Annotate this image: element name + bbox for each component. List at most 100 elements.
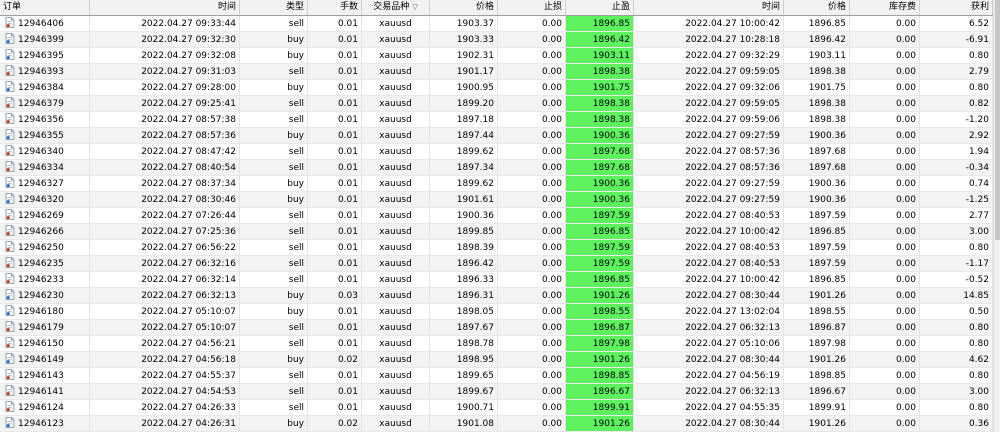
table-row[interactable]: 12946235 2022.04.27 06:32:16 sell 0.01 xauus… [0,256,993,272]
table-row[interactable]: 12946123 2022.04.27 04:26:31 buy 0.02 xauusd… [0,416,993,432]
col-header-open-price[interactable]: 价格 [430,0,498,15]
table-row[interactable]: 12946327 2022.04.27 08:37:34 buy 0.01 xauusd… [0,176,993,192]
table-row[interactable]: 12946393 2022.04.27 09:31:03 sell 0.01 xauus… [0,64,993,80]
col-header-swap[interactable]: 库存费 [850,0,920,15]
buy-order-icon [5,129,15,140]
cell-close-time: 2022.04.27 09:27:59 [634,176,784,192]
cell-sl: 0.00 [498,96,566,112]
cell-open-time: 2022.04.27 04:26:31 [90,416,240,432]
col-header-close-price[interactable]: 价格 [784,0,850,15]
cell-type: buy [240,416,308,432]
order-number: 12946355 [18,131,64,141]
cell-order: 12946149 [0,352,90,368]
cell-tp: 1896.85 [566,16,634,32]
table-row[interactable]: 12946143 2022.04.27 04:55:37 sell 0.01 xauus… [0,368,993,384]
order-number: 12946123 [18,419,64,429]
sort-arrow-icon: ▽ [412,3,418,11]
cell-order: 12946340 [0,144,90,160]
order-number: 12946384 [18,83,64,93]
col-header-order[interactable]: 订单 [0,0,90,15]
cell-open-price: 1900.36 [430,208,498,224]
buy-order-icon [5,81,15,92]
cell-open-price: 1897.67 [430,320,498,336]
scrollbar-thumb[interactable] [995,0,1000,240]
cell-swap: 0.00 [850,208,920,224]
cell-close-time: 2022.04.27 10:00:42 [634,224,784,240]
table-row[interactable]: 12946141 2022.04.27 04:54:53 sell 0.01 xauus… [0,384,993,400]
cell-close-time: 2022.04.27 08:30:44 [634,288,784,304]
col-header-tp[interactable]: 止盈 [566,0,634,15]
sell-order-icon [5,241,15,252]
cell-order: 12946143 [0,368,90,384]
table-row[interactable]: 12946179 2022.04.27 05:10:07 sell 0.01 xauus… [0,320,993,336]
cell-swap: 0.00 [850,32,920,48]
table-row[interactable]: 12946320 2022.04.27 08:30:46 buy 0.01 xauusd… [0,192,993,208]
table-row[interactable]: 12946395 2022.04.27 09:32:08 buy 0.01 xauusd… [0,48,993,64]
cell-open-time: 2022.04.27 07:26:44 [90,208,240,224]
cell-swap: 0.00 [850,384,920,400]
sell-order-icon [5,65,15,76]
order-number: 12946149 [18,355,64,365]
cell-tp: 1897.59 [566,240,634,256]
col-header-symbol[interactable]: 交易品种 ▽ [362,0,430,15]
cell-sl: 0.00 [498,272,566,288]
col-header-type[interactable]: 类型 [240,0,308,15]
vertical-scrollbar[interactable] [993,0,1000,432]
table-row[interactable]: 12946406 2022.04.27 09:33:44 sell 0.01 xauus… [0,16,993,32]
cell-tp: 1897.59 [566,256,634,272]
order-number: 12946180 [18,307,64,317]
cell-close-price: 1901.26 [784,352,850,368]
cell-tp: 1897.59 [566,208,634,224]
col-header-close-time[interactable]: 时间 [634,0,784,15]
col-header-open-time[interactable]: 时间 [90,0,240,15]
cell-type: buy [240,192,308,208]
table-row[interactable]: 12946269 2022.04.27 07:26:44 sell 0.01 xauus… [0,208,993,224]
cell-swap: 0.00 [850,336,920,352]
cell-profit: -0.52 [920,272,993,288]
cell-tp: 1899.91 [566,400,634,416]
table-row[interactable]: 12946379 2022.04.27 09:25:41 sell 0.01 xauus… [0,96,993,112]
cell-profit: 2.79 [920,64,993,80]
table-row[interactable]: 12946150 2022.04.27 04:56:21 sell 0.01 xauus… [0,336,993,352]
cell-open-time: 2022.04.27 08:30:46 [90,192,240,208]
cell-type: sell [240,224,308,240]
cell-order: 12946395 [0,48,90,64]
cell-type: sell [240,336,308,352]
table-row[interactable]: 12946230 2022.04.27 06:32:13 buy 0.03 xauusd… [0,288,993,304]
table-row[interactable]: 12946384 2022.04.27 09:28:00 buy 0.01 xauusd… [0,80,993,96]
cell-open-time: 2022.04.27 07:25:36 [90,224,240,240]
table-row[interactable]: 12946250 2022.04.27 06:56:22 sell 0.01 xauus… [0,240,993,256]
cell-lots: 0.03 [308,288,362,304]
table-row[interactable]: 12946356 2022.04.27 08:57:38 sell 0.01 xauus… [0,112,993,128]
table-row[interactable]: 12946399 2022.04.27 09:32:30 buy 0.01 xauusd… [0,32,993,48]
cell-open-price: 1899.65 [430,368,498,384]
table-row[interactable]: 12946180 2022.04.27 05:10:07 buy 0.01 xauusd… [0,304,993,320]
cell-order: 12946379 [0,96,90,112]
table-row[interactable]: 12946233 2022.04.27 06:32:14 sell 0.01 xauus… [0,272,993,288]
cell-lots: 0.01 [308,240,362,256]
cell-symbol: xauusd [362,128,430,144]
cell-order: 12946266 [0,224,90,240]
cell-symbol: xauusd [362,112,430,128]
cell-open-price: 1898.78 [430,336,498,352]
cell-tp: 1898.38 [566,96,634,112]
col-header-sl[interactable]: 止损 [498,0,566,15]
cell-open-price: 1896.33 [430,272,498,288]
col-header-lots[interactable]: 手数 [308,0,362,15]
table-row[interactable]: 12946334 2022.04.27 08:40:54 sell 0.01 xauus… [0,160,993,176]
cell-swap: 0.00 [850,64,920,80]
cell-close-time: 2022.04.27 08:57:36 [634,160,784,176]
cell-profit: -1.17 [920,256,993,272]
cell-type: buy [240,304,308,320]
table-row[interactable]: 12946340 2022.04.27 08:47:42 sell 0.01 xauus… [0,144,993,160]
cell-close-price: 1897.59 [784,208,850,224]
table-row[interactable]: 12946355 2022.04.27 08:57:36 buy 0.01 xauusd… [0,128,993,144]
table-row[interactable]: 12946266 2022.04.27 07:25:36 sell 0.01 xauus… [0,224,993,240]
cell-order: 12946123 [0,416,90,432]
cell-open-price: 1901.08 [430,416,498,432]
col-header-profit[interactable]: 获利 [920,0,993,15]
cell-order: 12946384 [0,80,90,96]
table-row[interactable]: 12946124 2022.04.27 04:26:33 sell 0.01 xauus… [0,400,993,416]
table-row[interactable]: 12946149 2022.04.27 04:56:18 buy 0.02 xauusd… [0,352,993,368]
cell-profit: -1.25 [920,192,993,208]
